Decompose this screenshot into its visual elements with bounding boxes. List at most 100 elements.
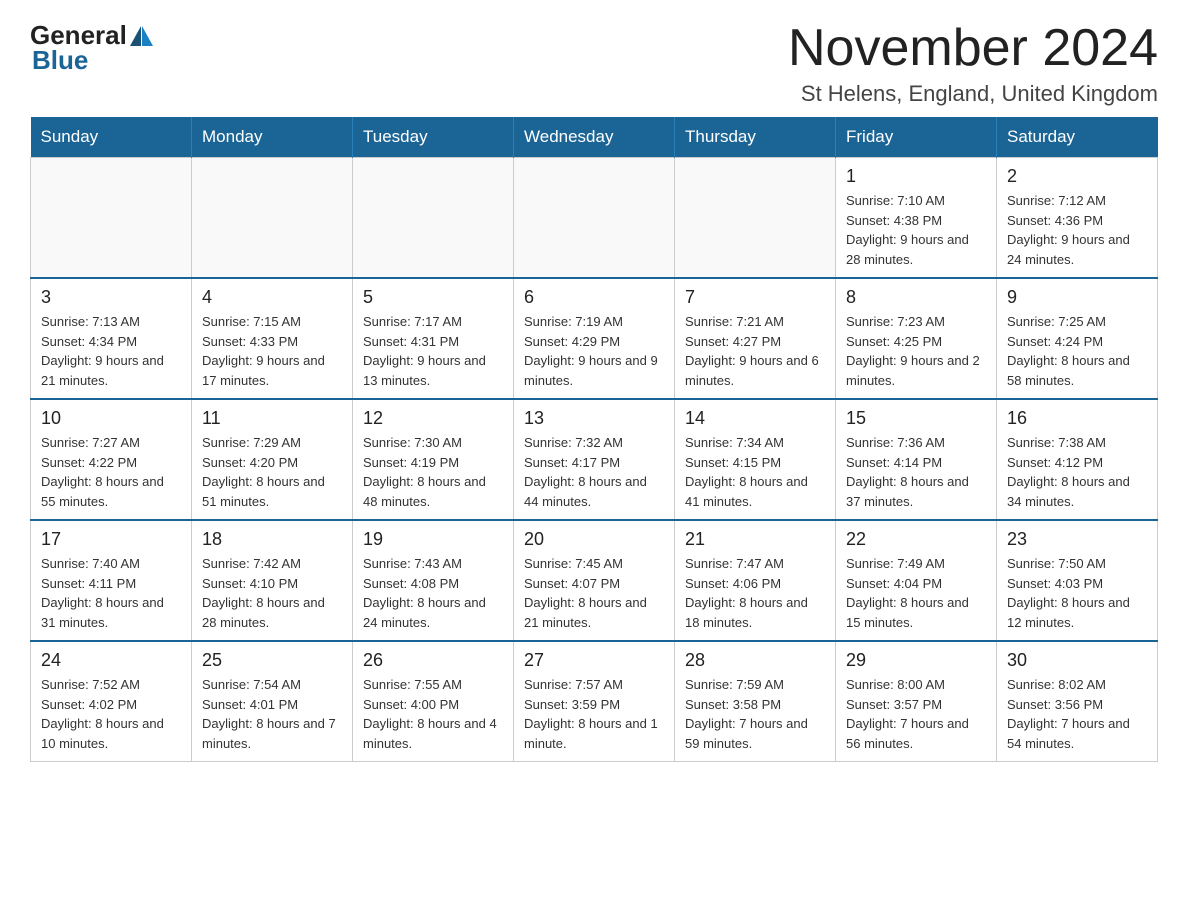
- day-number: 27: [524, 650, 664, 671]
- day-info: Sunrise: 7:40 AMSunset: 4:11 PMDaylight:…: [41, 554, 181, 632]
- calendar-cell: 19 Sunrise: 7:43 AMSunset: 4:08 PMDayligh…: [353, 520, 514, 641]
- calendar-cell: 2 Sunrise: 7:12 AMSunset: 4:36 PMDaylight…: [997, 158, 1158, 279]
- day-number: 3: [41, 287, 181, 308]
- day-number: 4: [202, 287, 342, 308]
- calendar-cell: [514, 158, 675, 279]
- calendar-cell: 25 Sunrise: 7:54 AMSunset: 4:01 PMDayligh…: [192, 641, 353, 762]
- day-info: Sunrise: 7:12 AMSunset: 4:36 PMDaylight:…: [1007, 191, 1147, 269]
- day-number: 30: [1007, 650, 1147, 671]
- calendar-week-row: 10 Sunrise: 7:27 AMSunset: 4:22 PMDayligh…: [31, 399, 1158, 520]
- day-number: 28: [685, 650, 825, 671]
- calendar-cell: 6Sunrise: 7:19 AMSunset: 4:29 PMDaylight…: [514, 278, 675, 399]
- calendar-cell: [192, 158, 353, 279]
- day-number: 2: [1007, 166, 1147, 187]
- day-number: 9: [1007, 287, 1147, 308]
- day-number: 6: [524, 287, 664, 308]
- day-info: Sunrise: 7:59 AMSunset: 3:58 PMDaylight:…: [685, 675, 825, 753]
- calendar-header-monday: Monday: [192, 117, 353, 158]
- calendar-week-row: 24 Sunrise: 7:52 AMSunset: 4:02 PMDayligh…: [31, 641, 1158, 762]
- calendar-header-saturday: Saturday: [997, 117, 1158, 158]
- logo: General Blue: [30, 20, 153, 76]
- day-number: 24: [41, 650, 181, 671]
- calendar-cell: 4 Sunrise: 7:15 AMSunset: 4:33 PMDaylight…: [192, 278, 353, 399]
- day-number: 14: [685, 408, 825, 429]
- calendar-week-row: 3 Sunrise: 7:13 AMSunset: 4:34 PMDaylight…: [31, 278, 1158, 399]
- day-info: Sunrise: 7:29 AMSunset: 4:20 PMDaylight:…: [202, 433, 342, 511]
- calendar-header-tuesday: Tuesday: [353, 117, 514, 158]
- day-number: 10: [41, 408, 181, 429]
- day-number: 21: [685, 529, 825, 550]
- day-info: Sunrise: 7:27 AMSunset: 4:22 PMDaylight:…: [41, 433, 181, 511]
- calendar-cell: 3 Sunrise: 7:13 AMSunset: 4:34 PMDaylight…: [31, 278, 192, 399]
- day-number: 23: [1007, 529, 1147, 550]
- calendar-cell: 30Sunrise: 8:02 AMSunset: 3:56 PMDayligh…: [997, 641, 1158, 762]
- day-number: 13: [524, 408, 664, 429]
- day-info: Sunrise: 7:36 AMSunset: 4:14 PMDaylight:…: [846, 433, 986, 511]
- calendar-cell: 20Sunrise: 7:45 AMSunset: 4:07 PMDayligh…: [514, 520, 675, 641]
- day-info: Sunrise: 7:17 AMSunset: 4:31 PMDaylight:…: [363, 312, 503, 390]
- day-number: 12: [363, 408, 503, 429]
- day-number: 17: [41, 529, 181, 550]
- day-info: Sunrise: 7:54 AMSunset: 4:01 PMDaylight:…: [202, 675, 342, 753]
- day-info: Sunrise: 7:32 AMSunset: 4:17 PMDaylight:…: [524, 433, 664, 511]
- calendar-cell: [31, 158, 192, 279]
- calendar-cell: 14 Sunrise: 7:34 AMSunset: 4:15 PMDayligh…: [675, 399, 836, 520]
- calendar-week-row: 17 Sunrise: 7:40 AMSunset: 4:11 PMDayligh…: [31, 520, 1158, 641]
- calendar-header-sunday: Sunday: [31, 117, 192, 158]
- day-info: Sunrise: 7:55 AMSunset: 4:00 PMDaylight:…: [363, 675, 503, 753]
- day-number: 18: [202, 529, 342, 550]
- calendar-cell: 22 Sunrise: 7:49 AMSunset: 4:04 PMDayligh…: [836, 520, 997, 641]
- calendar-header-row: SundayMondayTuesdayWednesdayThursdayFrid…: [31, 117, 1158, 158]
- day-info: Sunrise: 7:25 AMSunset: 4:24 PMDaylight:…: [1007, 312, 1147, 390]
- logo-blue-text: Blue: [32, 45, 88, 76]
- day-number: 8: [846, 287, 986, 308]
- day-info: Sunrise: 7:52 AMSunset: 4:02 PMDaylight:…: [41, 675, 181, 753]
- calendar-cell: 12 Sunrise: 7:30 AMSunset: 4:19 PMDayligh…: [353, 399, 514, 520]
- day-number: 25: [202, 650, 342, 671]
- day-number: 29: [846, 650, 986, 671]
- calendar-cell: 8Sunrise: 7:23 AMSunset: 4:25 PMDaylight…: [836, 278, 997, 399]
- calendar-cell: 17 Sunrise: 7:40 AMSunset: 4:11 PMDayligh…: [31, 520, 192, 641]
- calendar-cell: 26 Sunrise: 7:55 AMSunset: 4:00 PMDayligh…: [353, 641, 514, 762]
- calendar-cell: 29 Sunrise: 8:00 AMSunset: 3:57 PMDayligh…: [836, 641, 997, 762]
- day-info: Sunrise: 7:13 AMSunset: 4:34 PMDaylight:…: [41, 312, 181, 390]
- day-number: 20: [524, 529, 664, 550]
- calendar-header-friday: Friday: [836, 117, 997, 158]
- calendar-cell: 18 Sunrise: 7:42 AMSunset: 4:10 PMDayligh…: [192, 520, 353, 641]
- day-number: 26: [363, 650, 503, 671]
- calendar-table: SundayMondayTuesdayWednesdayThursdayFrid…: [30, 117, 1158, 762]
- title-area: November 2024 St Helens, England, United…: [788, 20, 1158, 107]
- day-info: Sunrise: 8:00 AMSunset: 3:57 PMDaylight:…: [846, 675, 986, 753]
- calendar-cell: 1Sunrise: 7:10 AMSunset: 4:38 PMDaylight…: [836, 158, 997, 279]
- day-info: Sunrise: 7:43 AMSunset: 4:08 PMDaylight:…: [363, 554, 503, 632]
- calendar-cell: 10 Sunrise: 7:27 AMSunset: 4:22 PMDayligh…: [31, 399, 192, 520]
- day-number: 1: [846, 166, 986, 187]
- day-number: 19: [363, 529, 503, 550]
- calendar-header-wednesday: Wednesday: [514, 117, 675, 158]
- header: General Blue November 2024 St Helens, En…: [30, 20, 1158, 107]
- day-number: 7: [685, 287, 825, 308]
- calendar-cell: 21 Sunrise: 7:47 AMSunset: 4:06 PMDayligh…: [675, 520, 836, 641]
- calendar-cell: 16Sunrise: 7:38 AMSunset: 4:12 PMDayligh…: [997, 399, 1158, 520]
- day-info: Sunrise: 7:15 AMSunset: 4:33 PMDaylight:…: [202, 312, 342, 390]
- day-number: 16: [1007, 408, 1147, 429]
- day-info: Sunrise: 7:21 AMSunset: 4:27 PMDaylight:…: [685, 312, 825, 390]
- day-number: 22: [846, 529, 986, 550]
- triangle-blue-icon: [142, 26, 153, 46]
- day-info: Sunrise: 7:30 AMSunset: 4:19 PMDaylight:…: [363, 433, 503, 511]
- location-title: St Helens, England, United Kingdom: [788, 81, 1158, 107]
- calendar-cell: 13 Sunrise: 7:32 AMSunset: 4:17 PMDayligh…: [514, 399, 675, 520]
- logo-icon: [130, 26, 153, 46]
- triangle-dark-icon: [130, 26, 141, 46]
- day-info: Sunrise: 7:34 AMSunset: 4:15 PMDaylight:…: [685, 433, 825, 511]
- calendar-cell: 27Sunrise: 7:57 AMSunset: 3:59 PMDayligh…: [514, 641, 675, 762]
- calendar-cell: 24 Sunrise: 7:52 AMSunset: 4:02 PMDayligh…: [31, 641, 192, 762]
- day-info: Sunrise: 7:49 AMSunset: 4:04 PMDaylight:…: [846, 554, 986, 632]
- day-info: Sunrise: 7:42 AMSunset: 4:10 PMDaylight:…: [202, 554, 342, 632]
- month-title: November 2024: [788, 20, 1158, 77]
- calendar-cell: 28 Sunrise: 7:59 AMSunset: 3:58 PMDayligh…: [675, 641, 836, 762]
- day-number: 11: [202, 408, 342, 429]
- day-number: 5: [363, 287, 503, 308]
- day-info: Sunrise: 7:47 AMSunset: 4:06 PMDaylight:…: [685, 554, 825, 632]
- calendar-cell: 11 Sunrise: 7:29 AMSunset: 4:20 PMDayligh…: [192, 399, 353, 520]
